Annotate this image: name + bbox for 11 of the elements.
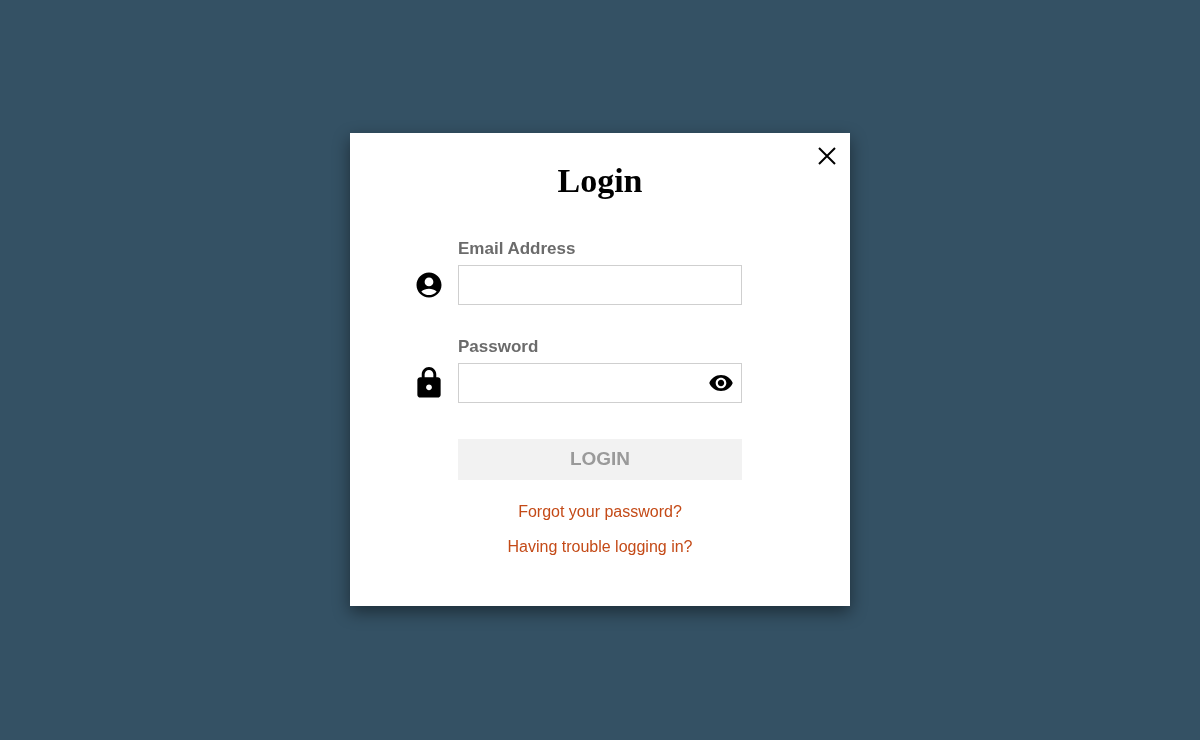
password-field[interactable] (458, 363, 742, 403)
help-link[interactable]: Having trouble logging in? (507, 537, 693, 557)
field-label: Email Address (458, 239, 577, 259)
help-link[interactable]: Forgot your password? (518, 502, 682, 522)
close-icon (818, 147, 836, 165)
email-field[interactable] (458, 265, 742, 305)
field-label: Password (458, 337, 540, 357)
lock-icon (414, 367, 444, 399)
close-button[interactable] (816, 145, 838, 167)
dialog-title: Login (557, 161, 643, 201)
eye-icon[interactable] (709, 375, 733, 391)
